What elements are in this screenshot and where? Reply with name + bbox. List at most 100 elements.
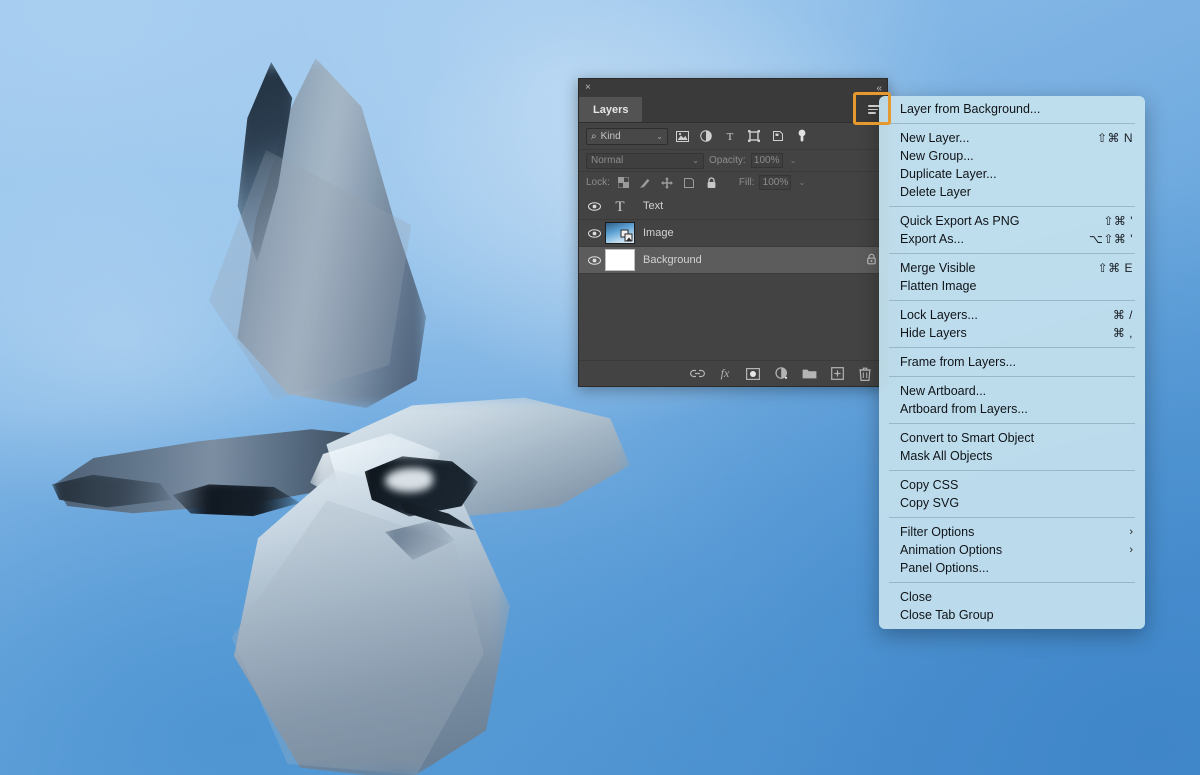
layer-visibility-toggle[interactable] <box>583 255 605 265</box>
layers-panel-context-menu: Layer from Background... New Layer... ⇧⌘… <box>879 96 1145 629</box>
menu-item-label: Frame from Layers... <box>900 355 1016 369</box>
menu-item-artboard-from-layers[interactable]: Artboard from Layers... <box>879 400 1145 418</box>
filter-kind-label: Kind <box>600 130 621 142</box>
menu-item-label: Copy SVG <box>900 496 960 510</box>
menu-item-label: Flatten Image <box>900 279 977 293</box>
menu-item-quick-export-as-png[interactable]: Quick Export As PNG ⇧⌘ ' <box>879 212 1145 230</box>
menu-item-mask-all-objects[interactable]: Mask All Objects <box>879 447 1145 465</box>
adjustment-layer-icon[interactable] <box>696 127 716 145</box>
transparent-pixels-icon[interactable] <box>615 175 632 191</box>
new-layer-icon[interactable] <box>829 366 845 382</box>
layer-visibility-toggle[interactable] <box>583 228 605 238</box>
fx-label: fx <box>720 366 730 380</box>
blend-mode-value: Normal <box>591 155 624 166</box>
svg-text:T: T <box>615 199 624 215</box>
menu-separator <box>889 376 1135 377</box>
menu-separator <box>889 347 1135 348</box>
menu-item-label: Close Tab Group <box>900 608 994 622</box>
menu-item-duplicate-layer[interactable]: Duplicate Layer... <box>879 165 1145 183</box>
menu-item-shortcut: ⇧⌘ E <box>1097 261 1133 275</box>
shape-layer-icon[interactable] <box>744 127 764 145</box>
menu-item-export-as[interactable]: Export As... ⌥⇧⌘ ' <box>879 230 1145 248</box>
opacity-chevron-icon[interactable]: ⌄ <box>790 156 797 165</box>
menu-item-label: Delete Layer <box>900 185 971 199</box>
opacity-label: Opacity: <box>709 155 746 166</box>
layer-list: T Text Image Background <box>579 193 887 274</box>
image-pixels-icon[interactable] <box>637 175 654 191</box>
layer-style-fx-icon[interactable]: fx <box>717 366 733 382</box>
panel-tab-row: Layers <box>579 97 887 123</box>
menu-item-panel-options[interactable]: Panel Options... <box>879 559 1145 577</box>
menu-item-flatten-image[interactable]: Flatten Image <box>879 277 1145 295</box>
lock-all-icon[interactable] <box>703 175 720 191</box>
table-row[interactable]: Background <box>579 247 887 274</box>
type-layer-icon[interactable]: T <box>720 127 740 145</box>
menu-item-label: Copy CSS <box>900 478 959 492</box>
menu-item-hide-layers[interactable]: Hide Layers ⌘ , <box>879 324 1145 342</box>
menu-separator <box>889 517 1135 518</box>
table-row[interactable]: Image <box>579 220 887 247</box>
menu-item-new-group[interactable]: New Group... <box>879 147 1145 165</box>
menu-item-lock-layers[interactable]: Lock Layers... ⌘ / <box>879 306 1145 324</box>
delete-layer-icon[interactable] <box>857 366 873 382</box>
menu-item-animation-options[interactable]: Animation Options › <box>879 541 1145 559</box>
position-icon[interactable] <box>659 175 676 191</box>
menu-item-label: Hide Layers <box>900 326 967 340</box>
close-icon[interactable]: × <box>585 83 591 93</box>
new-group-icon[interactable] <box>801 366 817 382</box>
opacity-input[interactable]: 100% <box>750 153 783 168</box>
menu-item-label: Merge Visible <box>900 261 976 275</box>
menu-item-frame-from-layers[interactable]: Frame from Layers... <box>879 353 1145 371</box>
filter-kind-select[interactable]: ⌕ Kind ⌄ <box>586 127 668 145</box>
menu-item-label: New Layer... <box>900 131 970 145</box>
layer-visibility-toggle[interactable] <box>583 201 605 211</box>
menu-item-shortcut: ⌥⇧⌘ ' <box>1088 232 1133 246</box>
layers-panel-toolbar: fx <box>579 360 887 386</box>
link-layers-icon[interactable] <box>689 366 705 382</box>
submenu-arrow-icon: › <box>1129 526 1133 538</box>
menu-item-filter-options[interactable]: Filter Options › <box>879 523 1145 541</box>
layer-thumbnail-background <box>605 249 635 271</box>
chevron-down-icon: ⌄ <box>656 131 663 141</box>
menu-item-shortcut: ⌘ / <box>1112 308 1133 322</box>
submenu-arrow-icon: › <box>1129 544 1133 556</box>
menu-item-convert-to-smart-object[interactable]: Convert to Smart Object <box>879 429 1145 447</box>
fill-chevron-icon[interactable]: ⌄ <box>798 178 805 187</box>
menu-item-merge-visible[interactable]: Merge Visible ⇧⌘ E <box>879 259 1145 277</box>
layer-filter-row: ⌕ Kind ⌄ T <box>579 123 887 149</box>
menu-item-label: Mask All Objects <box>900 449 993 463</box>
chevron-down-icon: ⌄ <box>692 156 699 165</box>
menu-separator <box>889 300 1135 301</box>
menu-item-label: Convert to Smart Object <box>900 431 1035 445</box>
menu-item-layer-from-background[interactable]: Layer from Background... <box>879 100 1145 118</box>
tab-layers[interactable]: Layers <box>579 97 643 122</box>
blend-mode-select[interactable]: Normal ⌄ <box>586 152 704 169</box>
menu-item-close-tab-group[interactable]: Close Tab Group <box>879 606 1145 624</box>
menu-item-new-layer[interactable]: New Layer... ⇧⌘ N <box>879 129 1145 147</box>
menu-item-copy-svg[interactable]: Copy SVG <box>879 494 1145 512</box>
svg-text:T: T <box>727 131 734 142</box>
bird-cheek-patch <box>385 468 433 492</box>
menu-separator <box>889 582 1135 583</box>
layer-lock-icon <box>866 253 877 268</box>
menu-item-delete-layer[interactable]: Delete Layer <box>879 183 1145 201</box>
menu-separator <box>889 423 1135 424</box>
pixel-layer-icon[interactable] <box>672 127 692 145</box>
menu-item-copy-css[interactable]: Copy CSS <box>879 476 1145 494</box>
fill-input[interactable]: 100% <box>759 175 792 190</box>
menu-item-close[interactable]: Close <box>879 588 1145 606</box>
menu-item-label: Animation Options <box>900 543 1003 557</box>
tab-spacer <box>642 97 861 122</box>
table-row[interactable]: T Text <box>579 193 887 220</box>
menu-item-label: Artboard from Layers... <box>900 402 1028 416</box>
opacity-value: 100% <box>753 155 780 166</box>
toggle-filter-icon[interactable] <box>792 127 812 145</box>
artboard-nesting-icon[interactable] <box>681 175 698 191</box>
blend-mode-row: Normal ⌄ Opacity: 100% ⌄ <box>579 149 887 171</box>
add-mask-icon[interactable] <box>745 366 761 382</box>
menu-item-new-artboard[interactable]: New Artboard... <box>879 382 1145 400</box>
collapse-panel-icon[interactable]: « <box>876 83 881 94</box>
smart-object-icon[interactable] <box>768 127 788 145</box>
layer-name: Background <box>643 254 702 266</box>
adjustment-layer-icon[interactable] <box>773 366 789 382</box>
